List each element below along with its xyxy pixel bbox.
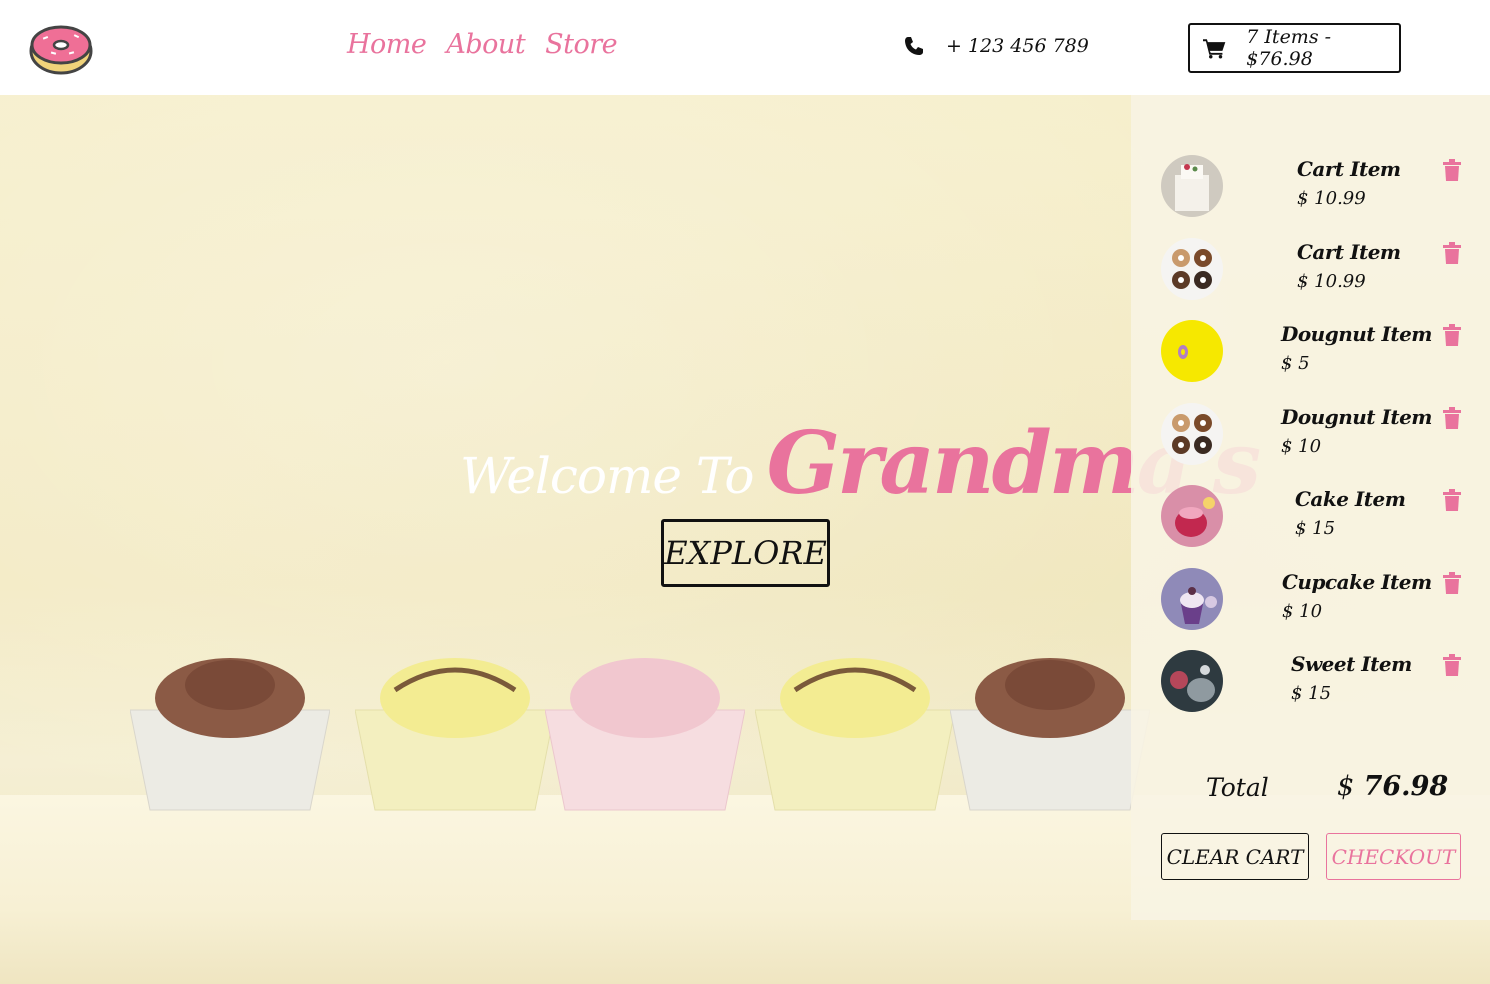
phone-number: + 123 456 789 xyxy=(946,35,1089,57)
cart-item: Cupcake Item $ 10 xyxy=(1161,568,1461,632)
trash-icon[interactable] xyxy=(1443,242,1461,264)
phone-icon xyxy=(905,37,923,55)
cart-item-thumbnail xyxy=(1161,485,1223,547)
trash-icon[interactable] xyxy=(1443,159,1461,181)
cupcake-pink-image xyxy=(545,658,745,811)
cart-item-price: $ 10 xyxy=(1281,436,1322,457)
navbar: Home About Store + 123 456 789 7 Items -… xyxy=(0,0,1490,95)
cart-item-thumbnail xyxy=(1161,403,1223,465)
cart-item: Cake Item $ 15 xyxy=(1161,485,1461,549)
nav-link-about[interactable]: About xyxy=(446,29,525,60)
shopping-cart-icon xyxy=(1203,39,1226,59)
cart-item-price: $ 15 xyxy=(1295,518,1336,539)
cart-item-name: Sweet Item xyxy=(1291,652,1412,676)
phone-contact: + 123 456 789 xyxy=(904,35,1089,57)
cart-item-name: Dougnut Item xyxy=(1281,405,1432,429)
trash-icon[interactable] xyxy=(1443,407,1461,429)
cart-item: Cart Item $ 10.99 xyxy=(1161,238,1461,302)
cart-item-name: Cake Item xyxy=(1295,487,1406,511)
nav-links: Home About Store xyxy=(347,29,618,60)
cart-item-thumbnail xyxy=(1161,650,1223,712)
cart-total-row: Total $ 76.98 xyxy=(1206,771,1466,807)
cart-item: Dougnut Item $ 5 xyxy=(1161,320,1461,384)
explore-button[interactable]: EXPLORE xyxy=(661,519,830,587)
cart-item-thumbnail xyxy=(1161,568,1223,630)
cart-item-thumbnail xyxy=(1161,238,1223,300)
cart-item-name: Dougnut Item xyxy=(1281,322,1432,346)
clear-cart-button[interactable]: CLEAR CART xyxy=(1161,833,1309,880)
cart-total-label: Total xyxy=(1206,773,1269,802)
cupcake-chocolate-image xyxy=(130,658,330,811)
cart-item-price: $ 10.99 xyxy=(1297,188,1366,209)
trash-icon[interactable] xyxy=(1443,489,1461,511)
hero-welcome-text: Welcome To xyxy=(460,447,754,505)
cupcake-yellow-image xyxy=(355,658,555,811)
cart-item-price: $ 15 xyxy=(1291,683,1332,704)
cart-item: Sweet Item $ 15 xyxy=(1161,650,1461,714)
cart-item-name: Cart Item xyxy=(1297,157,1401,181)
trash-icon[interactable] xyxy=(1443,572,1461,594)
cart-item-name: Cupcake Item xyxy=(1282,570,1432,594)
cart-item: Cart Item $ 10.99 xyxy=(1161,155,1461,219)
nav-link-store[interactable]: Store xyxy=(545,29,618,60)
cart-summary-text: 7 Items - $76.98 xyxy=(1246,26,1332,70)
cupcake-chocolate-image xyxy=(950,658,1150,811)
cart-panel: Cart Item $ 10.99 Cart Item $ 10.99 Doug… xyxy=(1131,95,1490,920)
cupcake-yellow-image xyxy=(755,658,955,811)
cart-item-price: $ 10 xyxy=(1282,601,1323,622)
cart-item-price: $ 10.99 xyxy=(1297,271,1366,292)
cart-summary-button[interactable]: 7 Items - $76.98 xyxy=(1188,23,1401,73)
cart-total-value: $ 76.98 xyxy=(1337,771,1449,802)
cart-item: Dougnut Item $ 10 xyxy=(1161,403,1461,467)
donut-icon[interactable] xyxy=(29,23,93,75)
trash-icon[interactable] xyxy=(1443,654,1461,676)
nav-link-home[interactable]: Home xyxy=(347,29,427,60)
cart-item-name: Cart Item xyxy=(1297,240,1401,264)
cart-item-thumbnail xyxy=(1161,320,1223,382)
cart-item-thumbnail xyxy=(1161,155,1223,217)
cart-item-price: $ 5 xyxy=(1281,353,1310,374)
trash-icon[interactable] xyxy=(1443,324,1461,346)
checkout-button[interactable]: CHECKOUT xyxy=(1326,833,1461,880)
